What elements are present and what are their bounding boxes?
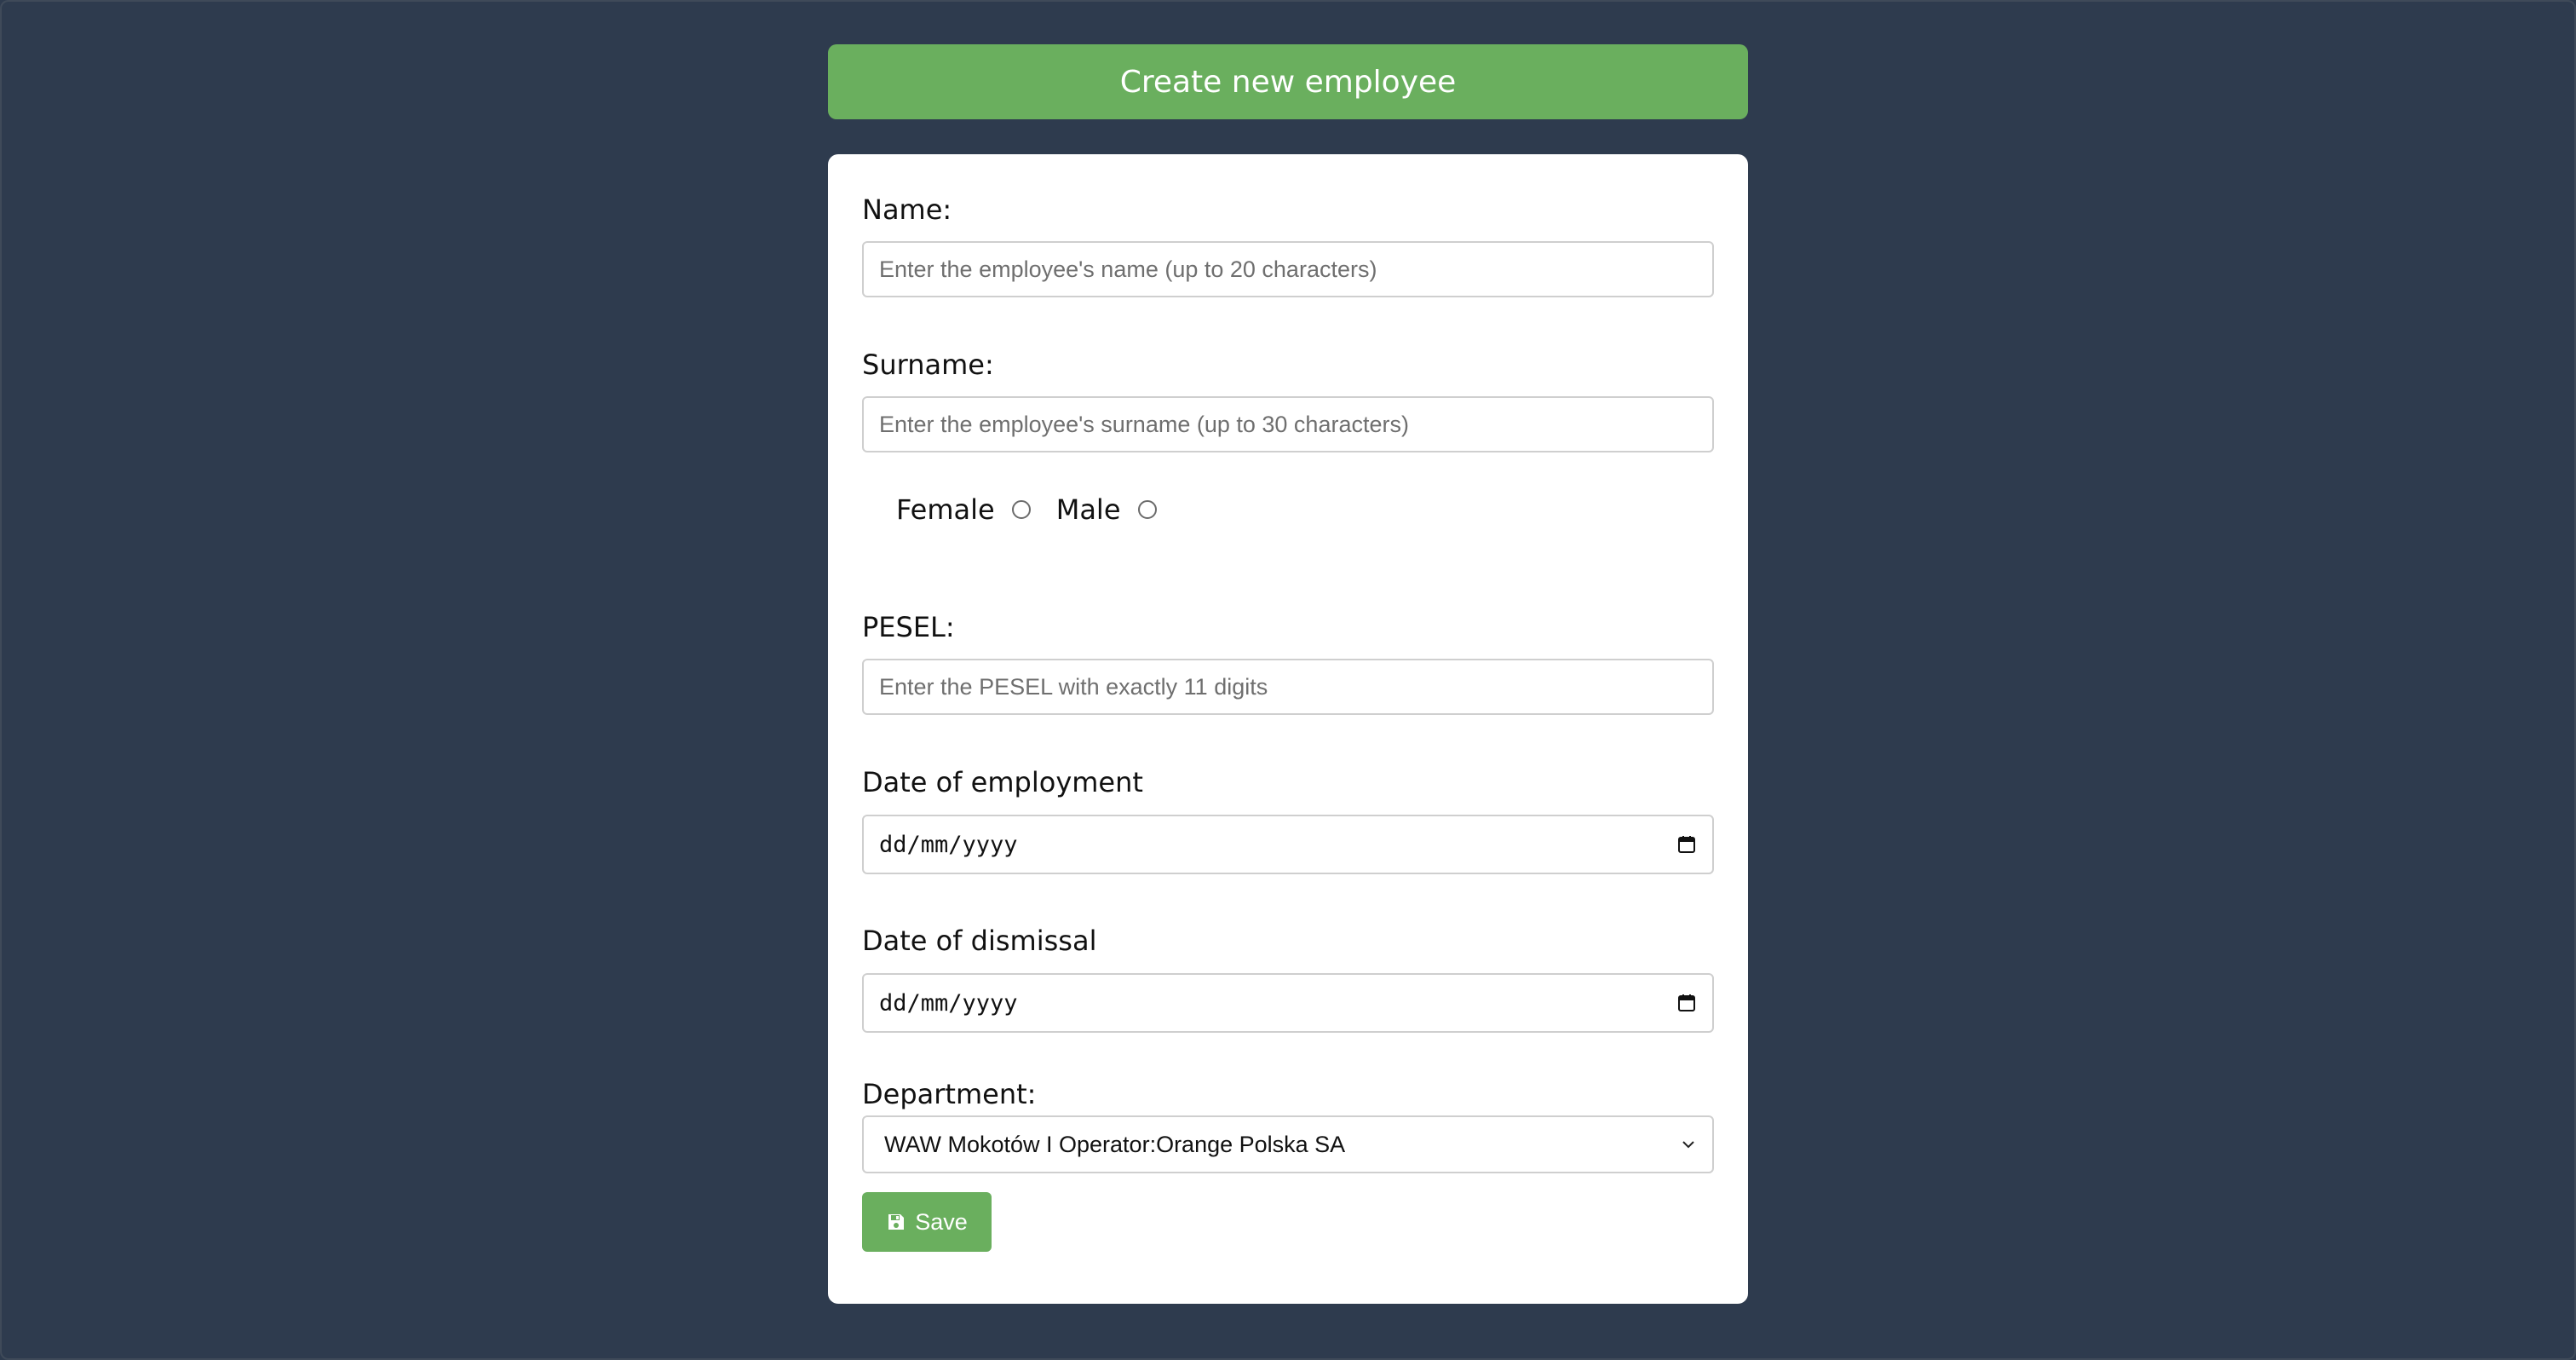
save-button[interactable]: Save (862, 1192, 992, 1252)
department-select[interactable]: WAW Mokotów I Operator:Orange Polska SA (862, 1115, 1714, 1173)
employment-date-value: dd/mm/yyyy (879, 831, 1018, 858)
dismissal-date-value: dd/mm/yyyy (879, 989, 1018, 1017)
chevron-down-icon (1682, 1141, 1694, 1149)
name-label: Name: (862, 193, 952, 226)
pesel-label: PESEL: (862, 611, 955, 643)
department-label: Department: (862, 1078, 1037, 1110)
employment-date-input[interactable]: dd/mm/yyyy (862, 815, 1714, 874)
employee-form-card: Name: Surname: Female Male PESEL: Date o… (828, 154, 1748, 1304)
employment-date-label: Date of employment (862, 766, 1143, 798)
name-input[interactable] (862, 241, 1714, 297)
save-button-label: Save (915, 1208, 968, 1235)
page-title-text: Create new employee (1119, 64, 1457, 100)
surname-input[interactable] (862, 396, 1714, 452)
male-label: Male (1055, 493, 1121, 526)
female-radio[interactable] (1011, 500, 1031, 519)
female-label: Female (896, 493, 995, 526)
floppy-disk-icon (888, 1214, 905, 1230)
dismissal-date-input[interactable]: dd/mm/yyyy (862, 973, 1714, 1033)
dismissal-date-label: Date of dismissal (862, 925, 1097, 957)
page-title: Create new employee (828, 44, 1748, 119)
calendar-icon[interactable] (1676, 834, 1697, 855)
male-radio[interactable] (1137, 500, 1157, 519)
surname-label: Surname: (862, 349, 994, 381)
pesel-input[interactable] (862, 659, 1714, 715)
calendar-icon[interactable] (1676, 993, 1697, 1013)
department-selected-value: WAW Mokotów I Operator:Orange Polska SA (884, 1131, 1346, 1157)
gender-radio-group: Female Male (896, 493, 1157, 526)
